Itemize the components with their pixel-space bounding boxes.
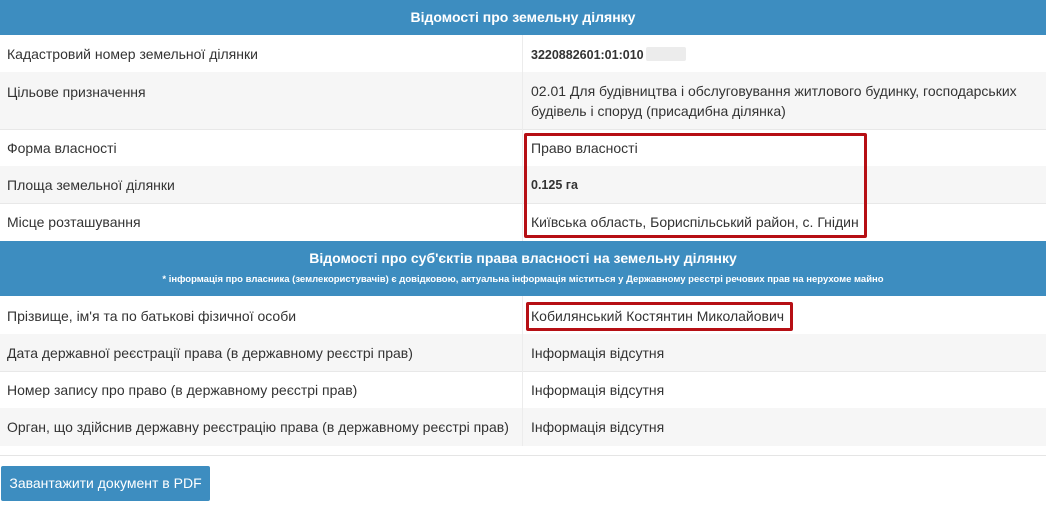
cadastral-number-row: Кадастровий номер земельної ділянки 3220… [0, 35, 1046, 73]
ownership-form-label: Форма власності [7, 140, 117, 156]
cadastral-number-label: Кадастровий номер земельної ділянки [7, 46, 258, 62]
download-pdf-button[interactable]: Завантажити документ в PDF [1, 466, 210, 501]
owner-info-note: * інформація про власника (землекористув… [162, 274, 884, 285]
location-label: Місце розташування [7, 214, 141, 230]
ownership-form-row: Форма власності Право власності [0, 129, 1046, 167]
location-row: Місце розташування Київська область, Бор… [0, 203, 1046, 241]
column-divider [522, 296, 523, 446]
area-row: Площа земельної ділянки 0.125 га [0, 166, 1046, 204]
record-number-row: Номер запису про право (в державному реє… [0, 371, 1046, 409]
owner-info-header: Відомості про суб'єктів права власності … [0, 241, 1046, 296]
redacted-blur [645, 47, 686, 61]
land-info-title: Відомості про земельну ділянку [410, 9, 636, 25]
registration-date-label: Дата державної реєстрації права (в держа… [7, 345, 413, 361]
owner-info-title: Відомості про суб'єктів права власності … [309, 250, 737, 266]
record-number-value: Інформація відсутня [531, 382, 665, 398]
area-label: Площа земельної ділянки [7, 177, 175, 193]
registration-date-value: Інформація відсутня [531, 345, 665, 361]
record-number-label: Номер запису про право (в державному реє… [7, 382, 358, 398]
owner-name-value: Кобилянський Костянтин Миколайович [531, 308, 785, 324]
land-info-header: Відомості про земельну ділянку [0, 0, 1046, 35]
owner-name-label: Прізвище, ім'я та по батькові фізичної о… [7, 308, 297, 324]
owner-name-row: Прізвище, ім'я та по батькові фізичної о… [0, 296, 1046, 335]
area-value: 0.125 га [531, 178, 578, 192]
purpose-value: 02.01 Для будівництва і обслуговування ж… [531, 83, 1017, 119]
column-divider [522, 35, 523, 241]
ownership-form-value: Право власності [531, 140, 638, 156]
cadastral-number-value-wrap: 3220882601:01:010 [531, 44, 1031, 65]
purpose-label: Цільове призначення [7, 84, 146, 100]
location-value: Київська область, Бориспільський район, … [531, 214, 859, 230]
registration-authority-label: Орган, що здійснив державну реєстрацію п… [7, 419, 509, 435]
purpose-row: Цільове призначення 02.01 Для будівництв… [0, 72, 1046, 130]
registration-date-row: Дата державної реєстрації права (в держа… [0, 334, 1046, 372]
registration-authority-value: Інформація відсутня [531, 419, 665, 435]
divider [0, 455, 1046, 456]
registration-authority-row: Орган, що здійснив державну реєстрацію п… [0, 408, 1046, 446]
cadastral-number-value: 3220882601:01:010 [531, 48, 644, 62]
